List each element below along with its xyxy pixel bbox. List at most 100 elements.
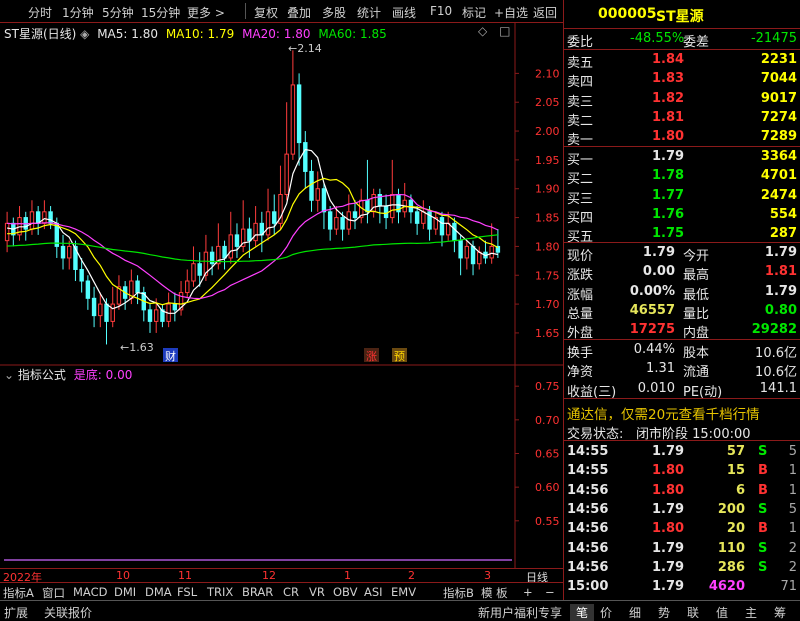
btn-mark[interactable]: 标记	[462, 4, 486, 21]
tab-intraday[interactable]: 分时	[28, 4, 52, 21]
btn-multi-stock[interactable]: 多股	[322, 4, 346, 21]
stock-title: 000005 ST星源	[564, 4, 800, 26]
tab-5min[interactable]: 5分钟	[102, 4, 134, 21]
buy-level-5[interactable]: 买五 1.75 287	[564, 224, 800, 245]
candle-body	[303, 142, 308, 172]
kline-chart[interactable]: 1.65 1.70 1.75 1.80 1.85 1.90 1.95 2.00 2.05 2.10…	[0, 23, 563, 568]
related-quotes-button[interactable]: 关联报价	[44, 604, 92, 621]
new-user-promo-link[interactable]: 新用户福利专享	[478, 604, 562, 621]
quote-stat-row: 涨幅 0.00% 最低 1.79	[567, 283, 797, 303]
remove-indicator-button[interactable]: −	[545, 585, 555, 599]
candle-body	[79, 268, 84, 282]
tab-1min[interactable]: 1分钟	[62, 4, 94, 21]
btn-f10[interactable]: F10	[430, 4, 452, 18]
y-tick-label: 1.95	[535, 154, 560, 167]
indicator-y-tick-label: 0.65	[535, 448, 560, 461]
quote-stat-row: 涨跌 0.00 最高 1.81	[567, 264, 797, 284]
tab-ticks[interactable]: 笔	[570, 604, 595, 621]
sell-price: 1.82	[652, 90, 685, 106]
limit-up-marker[interactable]: 涨	[364, 348, 379, 363]
tick-row: 15:00 1.79 4620 71	[567, 579, 797, 595]
tick-row: 14:56 1.80 20 B 1	[567, 521, 797, 537]
candle-body	[60, 245, 66, 259]
tab-detail[interactable]: 细	[629, 604, 641, 621]
tab-indicator-b[interactable]: 指标B	[443, 585, 474, 601]
buy-level-2[interactable]: 买二 1.78 4701	[564, 166, 800, 187]
tab-trend[interactable]: 势	[658, 604, 670, 621]
sell-level-4[interactable]: 卖二 1.81 7274	[564, 108, 800, 129]
sell-price: 1.83	[652, 71, 685, 87]
tab-trix[interactable]: TRIX	[207, 585, 233, 599]
tab-cr[interactable]: CR	[283, 585, 299, 599]
candle-body	[477, 251, 482, 265]
buy-level-3[interactable]: 买三 1.77 2474	[564, 186, 800, 207]
tab-macd[interactable]: MACD	[73, 585, 107, 599]
tab-indicator-a[interactable]: 指标A	[3, 585, 34, 601]
sell-level-3[interactable]: 卖三 1.82 9017	[564, 89, 800, 110]
tab-asi[interactable]: ASI	[364, 585, 383, 599]
tab-dma[interactable]: DMA	[145, 585, 172, 599]
buy-level-4[interactable]: 买四 1.76 554	[564, 205, 800, 226]
tab-linked[interactable]: 联	[687, 604, 699, 621]
ma20-line	[7, 193, 499, 300]
indicator-y-tick-label: 0.70	[535, 414, 560, 427]
y-tick-label: 2.10	[535, 67, 560, 80]
btn-draw-line[interactable]: 画线	[392, 4, 416, 21]
sell-level-1[interactable]: 卖五 1.84 2231	[564, 50, 800, 71]
tick-row: 14:56 1.80 6 B 1	[567, 482, 797, 498]
candle-body	[135, 280, 140, 294]
tab-brar[interactable]: BRAR	[242, 585, 273, 599]
sell-volume: 7274	[760, 109, 797, 125]
buy-volume: 287	[769, 226, 797, 242]
indicator-tab-bar: 指标A 窗口 MACD DMI DMA FSL TRIX BRAR CR VR …	[0, 582, 563, 601]
level2-promo[interactable]: 通达信，仅需20元查看千档行情	[564, 401, 800, 423]
finance-marker[interactable]: 财	[163, 348, 178, 363]
period-toolbar: 分时 1分钟 5分钟 15分钟 更多 > 复权 叠加 多股 统计 画线 F10 …	[0, 0, 563, 23]
tab-price[interactable]: 价	[600, 604, 612, 621]
y-tick-label: 1.70	[535, 298, 560, 311]
candle-body	[309, 170, 314, 201]
sell-level-5[interactable]: 卖一 1.80 7289	[564, 127, 800, 148]
btn-overlay[interactable]: 叠加	[287, 4, 311, 21]
chevron-down-icon[interactable]: ⌄	[4, 368, 14, 382]
tab-main[interactable]: 主	[745, 604, 757, 621]
indicator-y-tick-label: 0.75	[535, 380, 560, 393]
btn-add-watchlist[interactable]: +自选	[494, 4, 528, 21]
tab-more[interactable]: 更多 >	[187, 4, 225, 21]
tab-15min[interactable]: 15分钟	[141, 4, 180, 21]
sell-price: 1.81	[652, 109, 685, 125]
tick-row: 14:56 1.79 200 S 5	[567, 501, 797, 517]
tick-row: 14:55 1.79 57 S 5	[567, 444, 797, 459]
candle-body	[265, 211, 271, 236]
tab-dmi[interactable]: DMI	[114, 585, 136, 599]
candle-body	[489, 245, 494, 259]
candle-body	[98, 303, 103, 317]
candle-body	[172, 303, 178, 311]
buy-volume: 554	[769, 206, 797, 222]
add-indicator-button[interactable]: +	[523, 585, 533, 599]
tick-row: 14:56 1.79 110 S 2	[567, 540, 797, 556]
indicator-formula-label[interactable]: 指标公式	[18, 368, 66, 382]
forecast-marker[interactable]: 预	[392, 348, 407, 363]
btn-restore-rights[interactable]: 复权	[254, 4, 278, 21]
candle-body	[104, 303, 109, 322]
tick-row: 14:55 1.80 15 B 1	[567, 463, 797, 479]
btn-statistics[interactable]: 统计	[357, 4, 381, 21]
quote-stat-row: 总量 46557 量比 0.80	[567, 302, 797, 322]
tab-obv[interactable]: OBV	[333, 585, 357, 599]
tab-emv[interactable]: EMV	[391, 585, 416, 599]
indicator-name: 是底	[73, 368, 98, 382]
candle-body	[222, 245, 227, 259]
candle-body	[4, 222, 10, 242]
sell-level-2[interactable]: 卖四 1.83 7044	[564, 69, 800, 90]
buy-level-1[interactable]: 买一 1.79 3364	[564, 147, 800, 168]
expand-button[interactable]: 扩展	[4, 604, 28, 621]
tab-chips[interactable]: 筹	[774, 604, 786, 621]
tab-fsl[interactable]: FSL	[177, 585, 197, 599]
tab-template[interactable]: 模 板	[481, 585, 508, 601]
tab-window[interactable]: 窗口	[42, 585, 65, 601]
btn-back[interactable]: 返回	[533, 4, 557, 21]
tab-value[interactable]: 值	[716, 604, 728, 621]
candle-body	[284, 153, 289, 195]
tab-vr[interactable]: VR	[309, 585, 325, 599]
